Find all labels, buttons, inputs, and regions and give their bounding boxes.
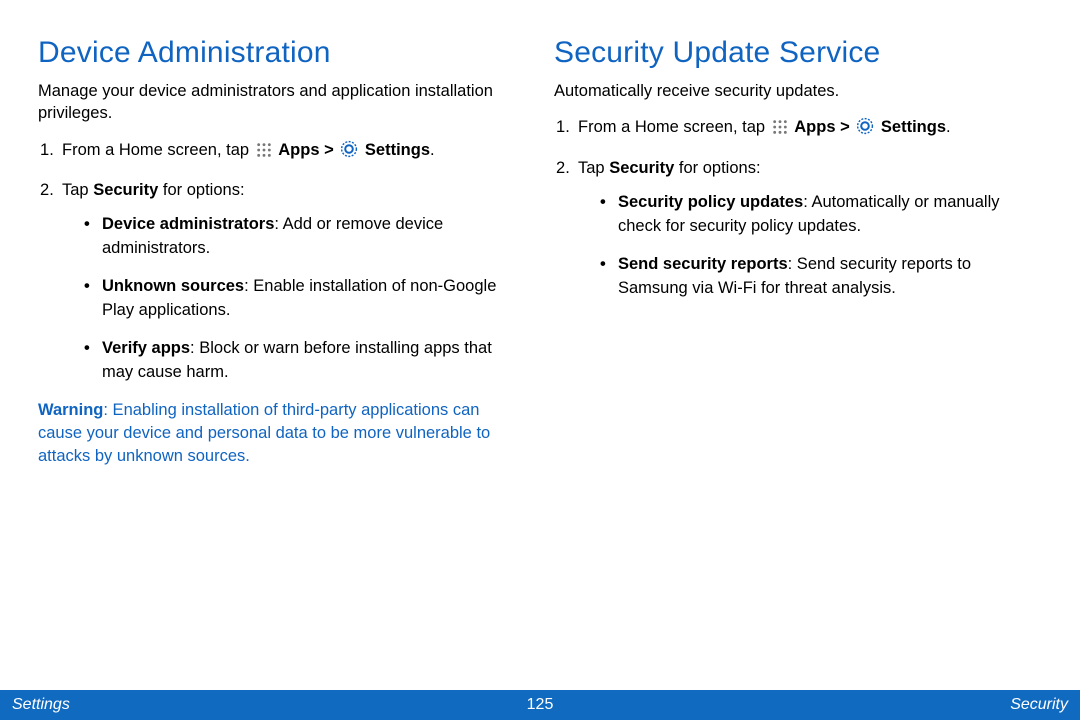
- settings-icon: [856, 117, 874, 143]
- page-number: 125: [527, 696, 554, 714]
- list-item: Send security reports: Send security rep…: [600, 253, 1042, 301]
- text: From a Home screen, tap: [578, 118, 770, 136]
- settings-label: Settings: [365, 141, 430, 159]
- text: for options:: [674, 159, 760, 177]
- options-list: Device administrators: Add or remove dev…: [62, 213, 526, 385]
- text: Tap: [62, 181, 93, 199]
- left-column: Device Administration Manage your device…: [38, 36, 526, 468]
- apps-icon: [772, 119, 788, 143]
- apps-icon: [256, 142, 272, 166]
- steps-list: From a Home screen, tap Apps > Settings.…: [554, 116, 1042, 301]
- security-label: Security: [93, 181, 158, 199]
- option-name: Unknown sources: [102, 277, 244, 295]
- steps-list: From a Home screen, tap Apps > Settings.…: [38, 139, 526, 385]
- step-item: Tap Security for options: Security polic…: [554, 157, 1042, 301]
- options-list: Security policy updates: Automatically o…: [578, 191, 1042, 301]
- text: From a Home screen, tap: [62, 141, 254, 159]
- gt: >: [324, 141, 338, 159]
- period: .: [430, 141, 435, 159]
- manual-page: Device Administration Manage your device…: [0, 0, 1080, 720]
- step-item: From a Home screen, tap Apps > Settings.: [38, 139, 526, 166]
- content-columns: Device Administration Manage your device…: [0, 0, 1080, 468]
- section-heading: Security Update Service: [554, 36, 1042, 70]
- apps-label: Apps: [794, 118, 835, 136]
- intro-text: Automatically receive security updates.: [554, 80, 1042, 102]
- footer-right: Security: [1010, 696, 1068, 714]
- warning-label: Warning: [38, 401, 103, 419]
- apps-label: Apps: [278, 141, 319, 159]
- period: .: [946, 118, 951, 136]
- option-name: Send security reports: [618, 255, 788, 273]
- step-item: Tap Security for options: Device adminis…: [38, 179, 526, 384]
- security-label: Security: [609, 159, 674, 177]
- option-name: Device administrators: [102, 215, 274, 233]
- option-name: Security policy updates: [618, 193, 803, 211]
- list-item: Device administrators: Add or remove dev…: [84, 213, 526, 261]
- text: Tap: [578, 159, 609, 177]
- settings-label: Settings: [881, 118, 946, 136]
- list-item: Unknown sources: Enable installation of …: [84, 275, 526, 323]
- settings-icon: [340, 140, 358, 166]
- footer-left: Settings: [12, 696, 70, 714]
- warning-text: Warning: Enabling installation of third-…: [38, 399, 526, 468]
- page-footer: Settings 125 Security: [0, 690, 1080, 720]
- intro-text: Manage your device administrators and ap…: [38, 80, 526, 125]
- warning-body: : Enabling installation of third-party a…: [38, 401, 490, 465]
- list-item: Security policy updates: Automatically o…: [600, 191, 1042, 239]
- step-item: From a Home screen, tap Apps > Settings.: [554, 116, 1042, 143]
- option-name: Verify apps: [102, 339, 190, 357]
- right-column: Security Update Service Automatically re…: [554, 36, 1042, 468]
- section-heading: Device Administration: [38, 36, 526, 70]
- text: for options:: [158, 181, 244, 199]
- gt: >: [840, 118, 854, 136]
- list-item: Verify apps: Block or warn before instal…: [84, 337, 526, 385]
